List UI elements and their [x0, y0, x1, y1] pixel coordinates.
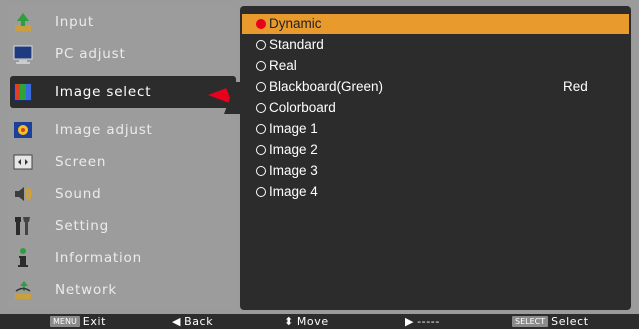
radio-icon — [256, 166, 266, 176]
menu-item-label: Screen — [55, 154, 107, 170]
option-label: Image 4 — [269, 184, 318, 199]
menu-item-label: Image select — [55, 84, 152, 100]
hint-next: ▶ ----- — [405, 315, 440, 328]
option-label: Dynamic — [269, 16, 322, 31]
screen-icon — [12, 151, 34, 173]
menu-item-image-select[interactable]: Image select — [10, 76, 236, 108]
option-label: Image 1 — [269, 121, 318, 136]
option-image-2[interactable]: Image 2 — [242, 140, 629, 160]
hint-label: Move — [296, 315, 329, 328]
hint-label: Back — [184, 315, 214, 328]
option-image-3[interactable]: Image 3 — [242, 161, 629, 181]
menu-item-label: Information — [55, 250, 142, 266]
left-arrow-icon: ◀ — [172, 315, 182, 328]
menu-key-icon: MENU — [50, 316, 80, 327]
menu-item-label: Image adjust — [55, 122, 153, 138]
network-icon — [12, 279, 34, 301]
radio-icon — [256, 103, 266, 113]
key-hint-bar: MENU Exit ◀ Back ⬍ Move ▶ ----- SELECT S… — [0, 314, 639, 329]
radio-icon — [256, 82, 266, 92]
option-blackboard-green[interactable]: Blackboard(Green) Red — [242, 77, 629, 97]
option-label: Image 2 — [269, 142, 318, 157]
radio-icon — [256, 61, 266, 71]
sound-icon — [12, 183, 34, 205]
menu-item-screen[interactable]: Screen — [7, 146, 236, 178]
option-image-1[interactable]: Image 1 — [242, 119, 629, 139]
menu-item-label: Sound — [55, 186, 102, 202]
menu-item-information[interactable]: Information — [7, 242, 236, 274]
menu-item-input[interactable]: Input — [7, 6, 236, 38]
hint-exit: MENU Exit — [50, 315, 106, 328]
option-label: Blackboard(Green) — [269, 79, 384, 94]
up-down-arrow-icon: ⬍ — [284, 315, 294, 328]
option-dynamic[interactable]: Dynamic — [242, 14, 629, 34]
menu-item-label: Setting — [55, 218, 109, 234]
menu-item-setting[interactable]: Setting — [7, 210, 236, 242]
hint-label: ----- — [417, 315, 440, 328]
hint-label: Select — [551, 315, 589, 328]
option-standard[interactable]: Standard — [242, 35, 629, 55]
hint-move: ⬍ Move — [284, 315, 329, 328]
menu-item-pc-adjust[interactable]: PC adjust — [7, 38, 236, 70]
radio-icon — [256, 145, 266, 155]
option-label: Image 3 — [269, 163, 318, 178]
radio-icon — [256, 187, 266, 197]
menu-item-label: Network — [55, 282, 117, 298]
hint-back: ◀ Back — [172, 315, 213, 328]
image-adjust-icon — [12, 119, 34, 141]
image-mode-panel: Dynamic Standard Real Blackboard(Green) … — [240, 6, 631, 310]
menu-item-label: PC adjust — [55, 46, 126, 62]
pc-adjust-icon — [12, 43, 34, 65]
option-label: Real — [269, 58, 297, 73]
setting-icon — [12, 215, 34, 237]
menu-item-label: Input — [55, 14, 94, 30]
main-menu: Input PC adjust Image select Image adjus… — [7, 6, 236, 310]
option-label: Colorboard — [269, 100, 336, 115]
right-arrow-icon: ▶ — [405, 315, 415, 328]
option-real[interactable]: Real — [242, 56, 629, 76]
option-image-4[interactable]: Image 4 — [242, 182, 629, 202]
menu-item-image-adjust[interactable]: Image adjust — [7, 114, 236, 146]
select-key-icon: SELECT — [512, 316, 549, 327]
radio-icon — [256, 124, 266, 134]
radio-icon — [256, 40, 266, 50]
radio-selected-icon — [256, 19, 266, 29]
hint-label: Exit — [82, 315, 107, 328]
information-icon — [12, 247, 34, 269]
input-icon — [12, 11, 34, 33]
option-label: Standard — [269, 37, 324, 52]
option-value: Red — [563, 79, 588, 94]
hint-select: SELECT Select — [512, 315, 589, 328]
option-colorboard[interactable]: Colorboard — [242, 98, 629, 118]
menu-item-network[interactable]: Network — [7, 274, 236, 306]
menu-connector — [224, 82, 240, 114]
image-select-icon — [12, 81, 34, 103]
menu-item-sound[interactable]: Sound — [7, 178, 236, 210]
